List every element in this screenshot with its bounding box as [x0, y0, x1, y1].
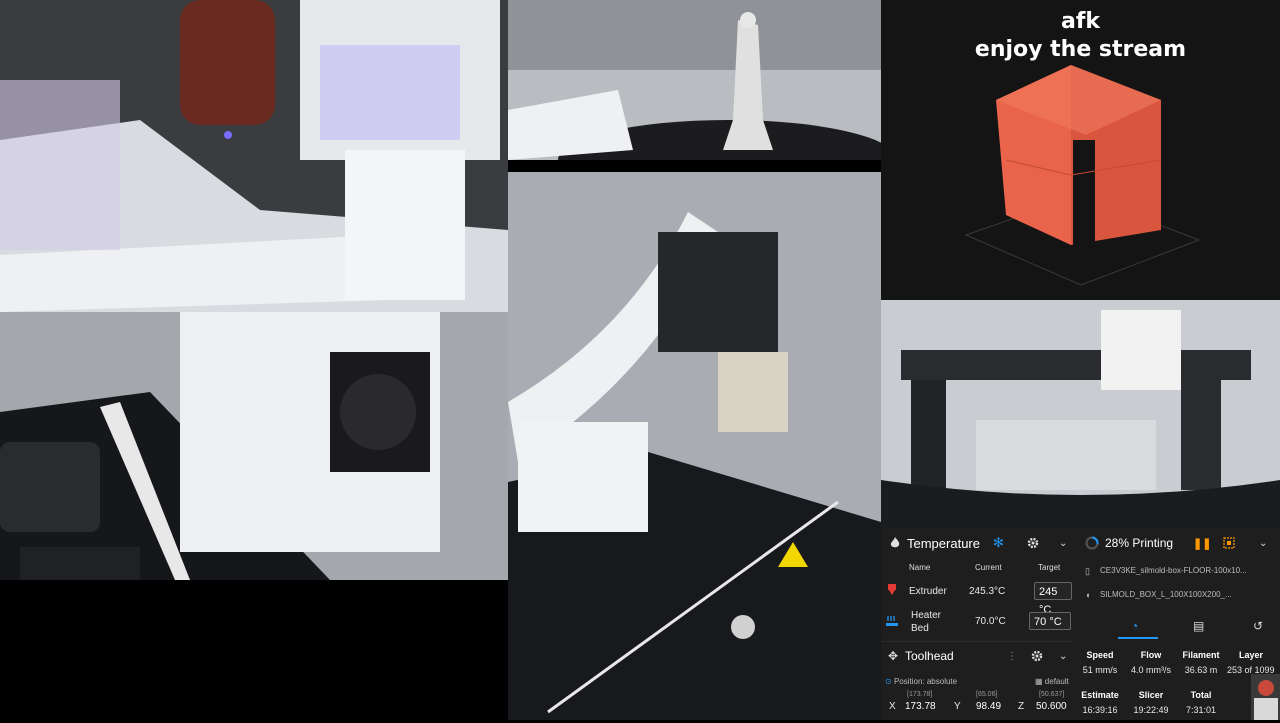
file-icon: ▯: [1085, 566, 1090, 576]
stat-flow-value: 4.0 mm³/s: [1130, 665, 1171, 675]
camera-feed-wide: [881, 300, 1280, 528]
status-title: 28% Printing: [1105, 536, 1174, 550]
active-tab-underline: [1118, 637, 1158, 639]
stat-speed-value: 51 mm/s: [1082, 665, 1118, 675]
stat-flow-label: Flow: [1140, 650, 1162, 660]
heater-bed-target-unit: °C: [1049, 616, 1062, 628]
streamer-cam-thumbnail: [1251, 674, 1280, 720]
pause-icon[interactable]: ❚❚: [1193, 537, 1211, 550]
stat-total-value: 7:31:01: [1185, 705, 1217, 715]
profile-chip[interactable]: ▦ default: [1035, 677, 1069, 686]
snowflake-icon[interactable]: ✻: [993, 535, 1004, 551]
toolhead-title: Toolhead: [905, 649, 954, 663]
move-icon: ✥: [887, 649, 899, 663]
stat-filament-value: 36.63 m: [1184, 665, 1218, 675]
stat-slicer-value: 19:22:49: [1133, 705, 1169, 715]
axis-x-input[interactable]: 173.78: [905, 701, 936, 712]
position-mode-icon: ⊙: [885, 677, 892, 686]
extruder-icon: [887, 584, 897, 596]
profile-icon: ▦: [1035, 677, 1043, 686]
extruder-label: Extruder: [909, 586, 947, 597]
stat-estimate-label: Estimate: [1081, 690, 1119, 700]
position-mode-label: Position: absolute: [893, 677, 958, 686]
bed-icon: [886, 615, 898, 627]
axis-y-input[interactable]: 98.49: [976, 701, 1001, 712]
extruder-target-input[interactable]: 245 °C: [1034, 582, 1072, 616]
extruder-target-value: 245: [1039, 586, 1058, 598]
axis-x-hint: [173.78]: [907, 691, 933, 698]
column-name-header: Name: [909, 563, 931, 572]
more-icon[interactable]: ⋮: [1007, 651, 1017, 662]
axis-x-label: X: [889, 701, 896, 712]
printer-dashboard: Temperature ✻ ⌄ Name Current Target Extr…: [881, 528, 1280, 720]
gcode-filename: CE3V3KE_silmold-box-FLOOR-100x10...: [1100, 566, 1247, 575]
spool-icon: ◖: [1085, 590, 1091, 600]
stat-slicer-label: Slicer: [1138, 690, 1164, 700]
history-icon[interactable]: ↺: [1253, 619, 1263, 633]
gear-icon[interactable]: [1031, 650, 1043, 662]
heater-bed-label: Heater Bed: [911, 609, 941, 635]
object-filename: SILMOLD_BOX_L_100X100X200_...: [1100, 590, 1232, 599]
heater-bed-label-line1: Heater: [911, 610, 942, 621]
heater-bed-label-line2: Bed: [911, 623, 929, 634]
status-tabs: ◔ ▤ ↺: [1081, 616, 1280, 640]
gear-icon[interactable]: [1027, 537, 1039, 549]
speedometer-icon[interactable]: ◔: [1131, 619, 1138, 633]
stat-estimate-value: 16:39:16: [1082, 705, 1118, 715]
progress-ring-icon: [1085, 536, 1099, 550]
axis-z-label: Z: [1018, 701, 1025, 712]
document-icon[interactable]: ▤: [1193, 619, 1204, 633]
axis-z-input[interactable]: 50.600: [1036, 701, 1067, 712]
camera-feed-figurine: [508, 0, 881, 160]
stat-filament-label: Filament: [1182, 650, 1220, 660]
heater-bed-target-input[interactable]: 70 °C: [1029, 612, 1071, 630]
camera-feed-nozzle-closeup: [0, 0, 508, 312]
toolhead-panel-header: ✥ Toolhead ⋮ ⌄: [881, 641, 1073, 670]
temperature-panel-header: Temperature ✻ ⌄: [881, 529, 1073, 557]
stat-layer-label: Layer: [1238, 650, 1264, 660]
stat-speed-label: Speed: [1086, 650, 1114, 660]
heater-bed-target-value: 70: [1034, 616, 1047, 628]
stat-total-label: Total: [1190, 690, 1212, 700]
heater-bed-current-temp: 70.0°C: [975, 616, 1006, 627]
column-current-header: Current: [975, 563, 1002, 572]
profile-label: default: [1044, 677, 1069, 686]
fire-icon: [885, 536, 905, 550]
position-mode: ⊙ Position: absolute: [885, 677, 957, 686]
afk-overlay: afk enjoy the stream: [881, 8, 1280, 64]
afk-line-2: enjoy the stream: [974, 37, 1187, 62]
camera-feed-bed-left: [0, 312, 508, 580]
temperature-title: Temperature: [907, 535, 980, 551]
chevron-down-icon[interactable]: ⌄: [1059, 651, 1067, 662]
axis-y-hint: [65.06]: [976, 691, 998, 698]
stop-icon[interactable]: [1223, 537, 1235, 549]
status-panel-header: 28% Printing ❚❚ ⌄: [1081, 529, 1280, 557]
chevron-down-icon[interactable]: ⌄: [1259, 538, 1267, 549]
camera-feed-printhead: [508, 172, 881, 720]
afk-line-1: afk: [1060, 9, 1101, 34]
chevron-down-icon[interactable]: ⌄: [1059, 538, 1067, 549]
axis-z-hint: [50.637]: [1039, 691, 1065, 698]
extruder-current-temp: 245.3°C: [969, 586, 1006, 597]
column-target-header: Target: [1038, 563, 1061, 572]
axis-y-label: Y: [954, 701, 961, 712]
